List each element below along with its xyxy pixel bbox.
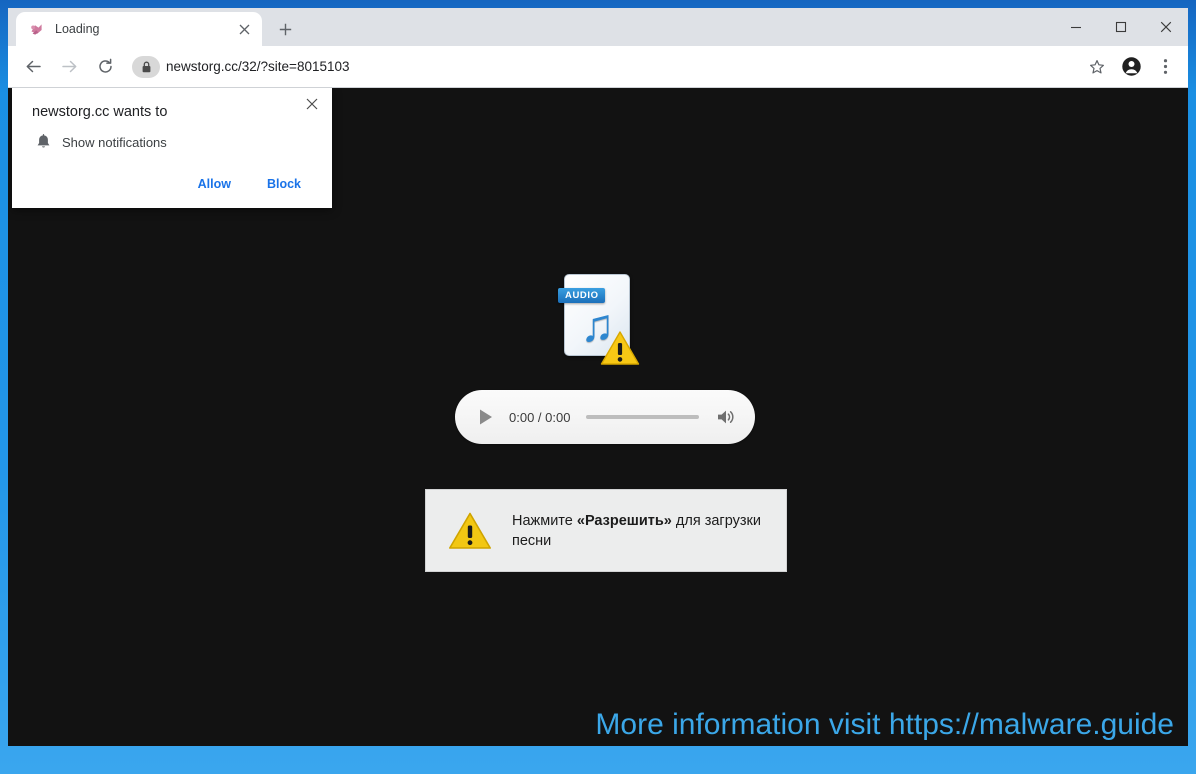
tab-title-label: Loading xyxy=(55,22,100,36)
play-button[interactable] xyxy=(475,406,497,428)
warning-triangle-icon xyxy=(600,330,640,366)
three-dot-menu-icon[interactable] xyxy=(1150,52,1180,82)
window-maximize-button[interactable] xyxy=(1098,11,1143,43)
warning-triangle-icon xyxy=(448,511,492,551)
page-viewport: newstorg.cc wants to Show notifications … xyxy=(8,88,1188,746)
audio-time-display: 0:00 / 0:00 xyxy=(509,409,571,425)
new-tab-button[interactable] xyxy=(271,15,299,43)
bell-icon xyxy=(32,134,54,150)
notification-permission-dialog: newstorg.cc wants to Show notifications … xyxy=(12,88,332,208)
star-icon[interactable] xyxy=(1082,52,1112,82)
audio-file-icon: ♫ AUDIO xyxy=(558,274,640,365)
tab-close-icon[interactable] xyxy=(234,19,254,39)
audio-badge-label: AUDIO xyxy=(558,288,605,303)
dialog-title: newstorg.cc wants to xyxy=(32,104,168,120)
window-minimize-button[interactable] xyxy=(1053,11,1098,43)
browser-toolbar: newstorg.cc/32/?site=8015103 xyxy=(8,46,1188,88)
block-button[interactable]: Block xyxy=(251,170,316,198)
banner-text-bold: «Разрешить» xyxy=(576,512,672,529)
instruction-banner-text: Нажмите «Разрешить» для загрузки песни xyxy=(512,511,786,551)
allow-button[interactable]: Allow xyxy=(182,170,246,198)
watermark-text: More information visit https://malware.g… xyxy=(595,708,1174,741)
dialog-permission-label: Show notifications xyxy=(62,134,167,150)
window-close-button[interactable] xyxy=(1143,11,1188,43)
tab-favicon-icon xyxy=(28,21,45,38)
address-bar-url[interactable]: newstorg.cc/32/?site=8015103 xyxy=(166,59,350,74)
browser-tab[interactable]: Loading xyxy=(16,12,262,46)
back-button[interactable] xyxy=(18,52,48,82)
audio-player[interactable]: 0:00 / 0:00 xyxy=(455,390,755,444)
toolbar-actions xyxy=(1078,52,1180,82)
lock-icon[interactable] xyxy=(132,55,160,78)
reload-button[interactable] xyxy=(90,52,120,82)
speaker-icon[interactable] xyxy=(715,406,737,428)
browser-window: Loading newstorg.cc/32/?site=8015103 new… xyxy=(8,8,1188,746)
instruction-banner: Нажмите «Разрешить» для загрузки песни xyxy=(425,489,787,572)
dialog-close-icon[interactable] xyxy=(302,94,322,114)
account-avatar-icon[interactable] xyxy=(1116,52,1146,82)
forward-button[interactable] xyxy=(54,52,84,82)
window-controls xyxy=(1053,8,1188,46)
desktop-window-frame: Loading newstorg.cc/32/?site=8015103 new… xyxy=(0,0,1196,774)
address-bar[interactable]: newstorg.cc/32/?site=8015103 xyxy=(132,52,1078,81)
tab-strip: Loading xyxy=(8,8,1188,46)
banner-text-before: Нажмите xyxy=(512,512,577,529)
audio-progress-slider[interactable] xyxy=(586,415,699,419)
dialog-actions: Allow Block xyxy=(32,170,316,198)
dialog-permission-row: Show notifications xyxy=(32,134,316,150)
